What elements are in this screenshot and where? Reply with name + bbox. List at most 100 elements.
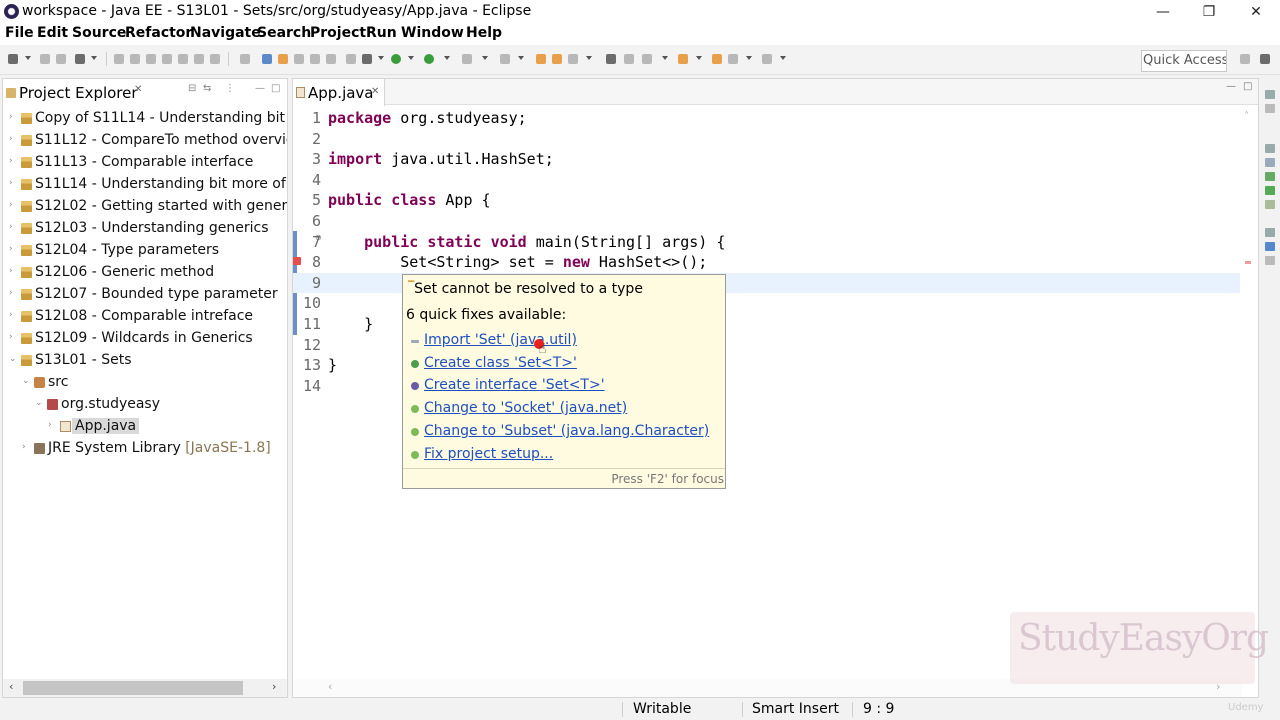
link-with-editor-icon[interactable]: ⇆ <box>203 83 211 94</box>
minimize-editor-icon[interactable]: — <box>1226 81 1236 92</box>
tab-app-java[interactable]: App.java ✕ <box>293 79 385 106</box>
servers-icon[interactable] <box>1265 186 1275 195</box>
maximize-editor-icon[interactable]: □ <box>1243 81 1252 92</box>
properties-icon[interactable] <box>1265 172 1275 181</box>
terminate-icon[interactable] <box>162 54 172 64</box>
collapsed-twisty-icon[interactable]: › <box>48 420 58 430</box>
scroll-up-icon[interactable]: ˄ <box>1244 111 1249 122</box>
code-line[interactable]: 2 <box>293 129 1258 150</box>
forward-icon[interactable] <box>712 54 722 64</box>
save-all-icon[interactable] <box>56 54 66 64</box>
menu-edit[interactable]: Edit <box>37 25 68 41</box>
code-text[interactable]: import java.util.HashSet; <box>328 150 554 168</box>
debug-icon[interactable] <box>346 54 356 64</box>
tree-item[interactable]: › S11L12 - CompareTo method overview <box>3 130 287 152</box>
quick-fix-link[interactable]: Change to 'Socket' (java.net) <box>424 400 627 416</box>
menu-source[interactable]: Source <box>72 25 126 41</box>
expanded-twisty-icon[interactable]: ⌄ <box>9 354 19 364</box>
run-icon[interactable] <box>391 54 401 64</box>
coverage-dropdown-icon[interactable] <box>444 56 450 60</box>
collapsed-twisty-icon[interactable]: › <box>9 332 19 342</box>
tree-item[interactable]: ⌄ org.studyeasy <box>3 394 287 416</box>
external-tools-icon[interactable] <box>462 54 472 64</box>
console-icon[interactable] <box>1265 242 1275 251</box>
tree-item[interactable]: › S12L04 - Type parameters <box>3 240 287 262</box>
terminal-icon[interactable] <box>75 54 85 64</box>
suspend-icon[interactable] <box>146 54 156 64</box>
code-text[interactable]: } <box>328 315 373 333</box>
restore-button[interactable]: ❐ <box>1186 0 1232 24</box>
tree-item[interactable]: › Copy of S11L14 - Understanding bit more… <box>3 108 287 130</box>
external-tools-dropdown-icon[interactable] <box>482 56 488 60</box>
restore-view-icon[interactable] <box>1265 144 1275 153</box>
search-icon[interactable] <box>552 54 562 64</box>
navigate-dropdown-icon[interactable] <box>780 56 786 60</box>
menu-run[interactable]: Run <box>366 25 397 41</box>
close-view-icon[interactable]: ✕ <box>134 84 142 95</box>
menu-search[interactable]: Search <box>257 25 311 41</box>
last-edit-icon[interactable] <box>642 54 652 64</box>
minimize-view-icon[interactable]: — <box>255 83 265 94</box>
menu-window[interactable]: Window <box>401 25 464 41</box>
menu-help[interactable]: Help <box>466 25 502 41</box>
collapsed-twisty-icon[interactable]: › <box>9 244 19 254</box>
tree-item[interactable]: ⌄ S13L01 - Sets <box>3 350 287 372</box>
tab-label[interactable]: App.java <box>308 84 374 102</box>
data-source-icon[interactable] <box>1265 200 1275 209</box>
back-dropdown-icon[interactable] <box>696 56 702 60</box>
collapsed-twisty-icon[interactable]: › <box>22 442 32 452</box>
collapsed-twisty-icon[interactable]: › <box>9 112 19 122</box>
restore-view-icon[interactable] <box>1265 90 1275 99</box>
project-explorer-title[interactable]: Project Explorer <box>19 84 138 102</box>
code-line[interactable]: 4 <box>293 170 1258 191</box>
show-whitespace-icon[interactable] <box>294 54 304 64</box>
code-line[interactable]: 5 public class App { <box>293 190 1258 211</box>
expanded-twisty-icon[interactable]: ⌄ <box>22 376 32 386</box>
tree-item[interactable]: › S12L09 - Wildcards in Generics <box>3 328 287 350</box>
skip-breakpoints-icon[interactable] <box>114 54 124 64</box>
pin-icon[interactable] <box>240 54 250 64</box>
new-icon[interactable] <box>8 54 18 64</box>
history-dropdown-icon[interactable] <box>746 56 752 60</box>
task-list-icon[interactable] <box>1265 256 1275 265</box>
overview-error-marker[interactable] <box>1245 261 1251 264</box>
tree-item[interactable]: › S11L13 - Comparable interface <box>3 152 287 174</box>
collapse-all-icon[interactable]: ⊟ <box>188 83 196 94</box>
code-text[interactable]: Set<String> set = new HashSet<>(); <box>328 253 707 271</box>
menu-refactor[interactable]: Refactor <box>125 25 192 41</box>
expanded-twisty-icon[interactable]: ⌄ <box>35 398 45 408</box>
outline-icon[interactable] <box>1265 104 1275 113</box>
open-type-icon[interactable] <box>262 54 272 64</box>
scrollbar-thumb[interactable] <box>23 681 243 695</box>
save-icon[interactable] <box>40 54 50 64</box>
scroll-right-icon[interactable]: › <box>272 680 276 693</box>
menu-file[interactable]: File <box>5 25 34 41</box>
new-project-dropdown-icon[interactable] <box>518 56 524 60</box>
collapsed-twisty-icon[interactable]: › <box>9 288 19 298</box>
quick-fix-link[interactable]: Change to 'Subset' (java.lang.Character) <box>424 423 709 439</box>
terminal-dropdown-icon[interactable] <box>91 56 97 60</box>
last-edit-dropdown-icon[interactable] <box>662 56 668 60</box>
open-folder-icon[interactable] <box>536 54 546 64</box>
next-annotation-icon[interactable] <box>606 54 616 64</box>
collapsed-twisty-icon[interactable]: › <box>9 200 19 210</box>
scroll-left-icon[interactable]: ‹ <box>328 680 332 693</box>
code-text[interactable]: public class App { <box>328 191 491 209</box>
quick-fix-link[interactable]: Create class 'Set<T>' <box>424 355 577 371</box>
java-ee-perspective-icon[interactable] <box>1260 54 1270 64</box>
markers-icon[interactable] <box>1265 158 1275 167</box>
tree-item[interactable]: › App.java <box>3 416 287 438</box>
tree-item[interactable]: › JRE System Library [JavaSE-1.8] <box>3 438 287 460</box>
navigate-icon[interactable] <box>762 54 772 64</box>
horizontal-scrollbar[interactable]: ‹ › <box>3 679 287 697</box>
collapsed-twisty-icon[interactable]: › <box>9 266 19 276</box>
maximize-view-icon[interactable]: □ <box>271 83 280 94</box>
collapsed-twisty-icon[interactable]: › <box>9 178 19 188</box>
annotation-icon[interactable] <box>568 54 578 64</box>
tree-item[interactable]: › S12L02 - Getting started with generics <box>3 196 287 218</box>
tree-item[interactable]: › S12L07 - Bounded type parameter <box>3 284 287 306</box>
code-text[interactable]: public static void main(String[] args) { <box>328 233 725 251</box>
scroll-left-icon[interactable]: ‹ <box>9 680 13 693</box>
quick-access-field[interactable]: Quick Access <box>1141 50 1227 72</box>
view-menu-icon[interactable]: ⋮ <box>225 83 235 94</box>
